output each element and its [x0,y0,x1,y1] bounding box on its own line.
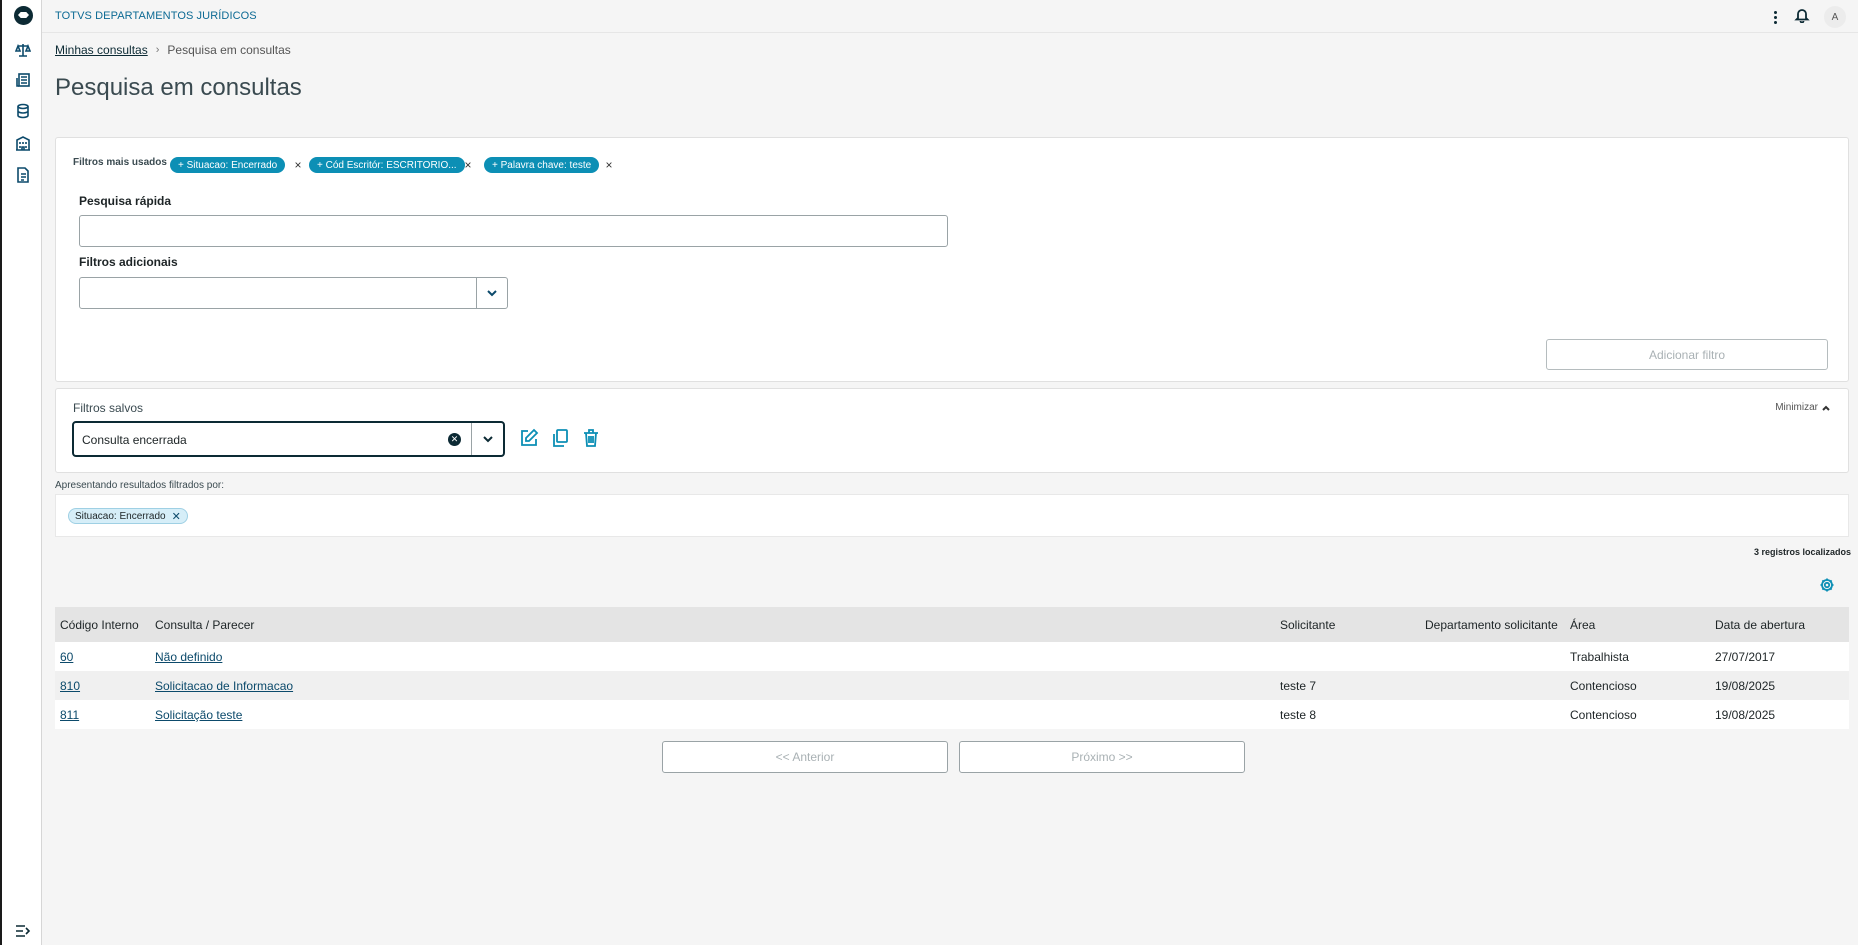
edit-icon[interactable] [518,427,540,449]
menu-collapse-icon[interactable] [15,924,31,938]
row-solicitante [1275,642,1420,671]
row-departamento [1420,700,1565,729]
more-options-icon[interactable] [1770,8,1780,26]
remove-chip-cod-escritorio-icon[interactable]: × [462,157,474,173]
breadcrumb-link-minhas-consultas[interactable]: Minhas consultas [55,43,148,57]
filter-chip-situacao[interactable]: + Situacao: Encerrado [170,157,286,173]
remove-active-filter-icon[interactable]: ✕ [172,510,181,523]
row-code-link[interactable]: 811 [60,708,79,722]
sidebar [0,0,42,945]
row-departamento [1420,642,1565,671]
avatar[interactable]: A [1824,6,1846,28]
col-codigo-interno[interactable]: Código Interno [55,607,150,642]
logo-icon[interactable] [14,6,33,25]
chevron-up-icon [1822,405,1830,411]
scale-justice-icon[interactable] [13,40,33,60]
col-solicitante[interactable]: Solicitante [1275,607,1420,642]
row-area: Contencioso [1565,700,1710,729]
table-row: 810 Solicitacao de Informacao teste 7 Co… [55,671,1849,700]
chevron-down-icon[interactable] [476,278,507,308]
active-filter-chip-label: Situacao: Encerrado [75,510,166,522]
filter-chip-cod-escritorio[interactable]: + Cód Escritór: ESCRITORIO... [309,157,465,173]
previous-page-button[interactable]: << Anterior [662,741,948,773]
additional-filters-select[interactable] [79,277,508,309]
notification-bell-icon[interactable] [1794,7,1810,28]
table-row: 811 Solicitação teste teste 8 Contencios… [55,700,1849,729]
top-bar: TOTVS DEPARTAMENTOS JURÍDICOS A [42,0,1858,33]
quick-search-input[interactable] [79,215,948,247]
row-data: 27/07/2017 [1710,642,1849,671]
breadcrumb-current: Pesquisa em consultas [167,43,291,57]
col-departamento-solicitante[interactable]: Departamento solicitante [1420,607,1565,642]
saved-filters-title: Filtros salvos [73,401,144,415]
records-count: 3 registros localizados [1753,547,1851,557]
database-icon[interactable] [13,101,33,121]
results-label: Apresentando resultados filtrados por: [55,480,224,491]
saved-filter-value: Consulta encerrada [82,433,187,447]
row-area: Trabalhista [1565,642,1710,671]
minimize-label: Minimizar [1775,402,1818,413]
most-used-filters-label: Filtros mais usados [73,157,167,168]
row-solicitante: teste 7 [1275,671,1420,700]
app-title: TOTVS DEPARTAMENTOS JURÍDICOS [55,10,257,22]
col-consulta-parecer[interactable]: Consulta / Parecer [150,607,1275,642]
table-header: Código Interno Consulta / Parecer Solici… [55,607,1849,642]
minimize-button[interactable]: Minimizar [1775,402,1830,413]
next-page-button[interactable]: Próximo >> [959,741,1245,773]
saved-filters-panel: Filtros salvos Minimizar Consulta encerr… [55,388,1849,473]
col-data-abertura[interactable]: Data de abertura [1710,607,1849,642]
row-departamento [1420,671,1565,700]
building-icon[interactable] [13,133,33,153]
table-row: 60 Não definido Trabalhista 27/07/2017 [55,642,1849,671]
col-area[interactable]: Área [1565,607,1710,642]
remove-chip-palavra-chave-icon[interactable]: × [603,157,615,173]
additional-filters-label: Filtros adicionais [79,255,178,269]
document-icon[interactable] [13,165,33,185]
clear-icon[interactable]: ✕ [448,433,461,446]
row-code-link[interactable]: 810 [60,679,80,693]
saved-filter-select[interactable]: Consulta encerrada ✕ [72,421,505,457]
quick-search-label: Pesquisa rápida [79,194,172,208]
active-filter-chip: Situacao: Encerrado ✕ [68,508,188,524]
chevron-down-icon[interactable] [471,423,503,455]
report-icon[interactable] [13,70,33,90]
filter-panel: Filtros mais usados + Situacao: Encerrad… [55,137,1849,382]
row-area: Contencioso [1565,671,1710,700]
results-table: Código Interno Consulta / Parecer Solici… [55,607,1849,729]
page-title: Pesquisa em consultas [55,74,302,101]
row-solicitante: teste 8 [1275,700,1420,729]
remove-chip-situacao-icon[interactable]: × [292,157,304,173]
copy-icon[interactable] [549,427,571,449]
row-data: 19/08/2025 [1710,700,1849,729]
active-filters-box: Situacao: Encerrado ✕ [55,494,1849,537]
trash-icon[interactable] [580,427,602,449]
add-filter-button[interactable]: Adicionar filtro [1546,339,1828,370]
row-code-link[interactable]: 60 [60,650,73,664]
row-consulta-link[interactable]: Solicitação teste [155,708,242,722]
row-data: 19/08/2025 [1710,671,1849,700]
row-consulta-link[interactable]: Não definido [155,650,222,664]
chevron-right-icon: › [155,44,160,56]
breadcrumb: Minhas consultas › Pesquisa em consultas [55,43,291,57]
filter-chip-palavra-chave[interactable]: + Palavra chave: teste [484,157,600,173]
row-consulta-link[interactable]: Solicitacao de Informacao [155,679,293,693]
gear-icon[interactable] [1819,577,1837,595]
